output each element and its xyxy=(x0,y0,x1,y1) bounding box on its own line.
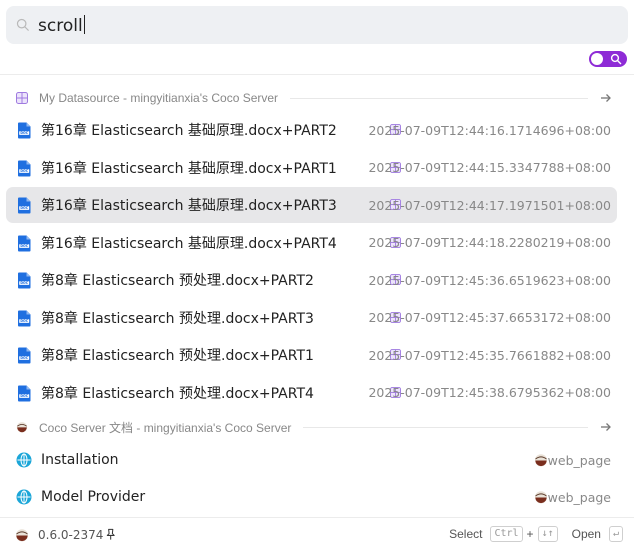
datasource-grid-icon xyxy=(16,92,28,104)
result-item[interactable]: DOC 第8章 Elasticsearch 预处理.docx+PART1 2025-… xyxy=(6,337,617,373)
group-title: Coco Server 文档 - mingyitianxia's Coco Se… xyxy=(39,420,292,435)
result-item[interactable]: DOC 第16章 Elasticsearch 基础原理.docx+PART1 202… xyxy=(6,150,617,186)
doc-file-icon: DOC xyxy=(18,310,31,326)
coco-logo-icon xyxy=(534,454,548,467)
result-title: 第16章 Elasticsearch 基础原理.docx+PART1 xyxy=(41,160,337,177)
doc-file-icon: DOC xyxy=(18,385,31,401)
result-item[interactable]: DOC 第8章 Elasticsearch 预处理.docx+PART2 2025-… xyxy=(6,262,617,298)
result-timestamp: 2025-07-09T12:44:15.3347788+08:00 xyxy=(368,160,611,175)
search-input[interactable]: scroll xyxy=(38,14,85,36)
arrow-right-icon[interactable] xyxy=(600,421,612,433)
coco-logo-icon xyxy=(534,491,548,504)
divider xyxy=(303,426,588,428)
result-item[interactable]: DOC 第16章 Elasticsearch 基础原理.docx+PART2 202… xyxy=(6,112,617,148)
doc-file-icon: DOC xyxy=(18,347,31,364)
enter-key-badge: ↵ xyxy=(608,526,623,542)
search-icon xyxy=(610,53,622,65)
globe-icon xyxy=(16,489,32,505)
result-item[interactable]: Model Provider web_page xyxy=(6,479,617,515)
globe-icon xyxy=(16,452,32,468)
doc-file-icon: DOC xyxy=(18,272,31,289)
result-title: 第8章 Elasticsearch 预处理.docx+PART3 xyxy=(41,310,314,327)
svg-text:DOC: DOC xyxy=(20,356,28,360)
select-hint-label: Select xyxy=(449,527,483,541)
result-title: 第16章 Elasticsearch 基础原理.docx+PART4 xyxy=(41,235,337,252)
group-header-datasource: My Datasource - mingyitianxia's Coco Ser… xyxy=(16,86,612,110)
result-title: 第8章 Elasticsearch 预处理.docx+PART4 xyxy=(41,385,314,402)
result-timestamp: 2025-07-09T12:45:35.7661882+08:00 xyxy=(368,347,611,363)
pin-icon[interactable] xyxy=(104,528,117,541)
result-type: web_page xyxy=(547,452,611,468)
arrow-right-icon[interactable] xyxy=(600,92,612,104)
svg-text:DOC: DOC xyxy=(20,319,28,323)
svg-text:DOC: DOC xyxy=(20,244,28,248)
divider xyxy=(290,97,588,99)
ctrl-key-badge: Ctrl xyxy=(490,526,523,542)
group-header-coco-docs: Coco Server 文档 - mingyitianxia's Coco Se… xyxy=(16,415,612,439)
result-title: 第8章 Elasticsearch 预处理.docx+PART2 xyxy=(41,273,314,289)
result-item[interactable]: DOC 第16章 Elasticsearch 基础原理.docx+PART4 202… xyxy=(6,225,617,261)
result-item[interactable]: DOC 第8章 Elasticsearch 预处理.docx+PART4 2025-… xyxy=(6,375,617,411)
plus-sign: + xyxy=(526,527,534,541)
result-type: web_page xyxy=(547,489,611,505)
open-hint-label: Open xyxy=(571,527,601,541)
result-title: 第16章 Elasticsearch 基础原理.docx+PART3 xyxy=(41,198,337,214)
result-title: Installation xyxy=(41,452,119,468)
svg-text:DOC: DOC xyxy=(20,394,28,398)
result-timestamp: 2025-07-09T12:44:18.2280219+08:00 xyxy=(368,235,611,250)
search-bar[interactable]: scroll xyxy=(6,6,628,44)
result-item[interactable]: DOC 第16章 Elasticsearch 基础原理.docx+PART3 202… xyxy=(6,187,617,223)
search-icon xyxy=(16,18,29,31)
result-timestamp: 2025-07-09T12:45:36.6519623+08:00 xyxy=(368,272,611,288)
result-title: 第16章 Elasticsearch 基础原理.docx+PART2 xyxy=(41,123,337,139)
result-title: 第8章 Elasticsearch 预处理.docx+PART1 xyxy=(41,348,314,364)
result-title: Model Provider xyxy=(41,489,146,505)
coco-logo-icon xyxy=(16,422,28,433)
search-mode-toggle[interactable] xyxy=(589,51,627,67)
doc-file-icon: DOC xyxy=(18,122,31,139)
text-caret xyxy=(83,14,85,34)
result-item[interactable]: Installation web_page xyxy=(6,442,617,478)
coco-logo-icon xyxy=(15,529,29,542)
doc-file-icon: DOC xyxy=(18,197,31,214)
result-item[interactable]: DOC 第8章 Elasticsearch 预处理.docx+PART3 2025-… xyxy=(6,300,617,336)
toggle-knob xyxy=(591,53,603,65)
result-timestamp: 2025-07-09T12:45:38.6795362+08:00 xyxy=(368,385,611,400)
svg-text:DOC: DOC xyxy=(20,131,28,135)
group-title: My Datasource - mingyitianxia's Coco Ser… xyxy=(39,91,279,105)
result-timestamp: 2025-07-09T12:45:37.6653172+08:00 xyxy=(368,310,611,325)
doc-file-icon: DOC xyxy=(18,235,31,251)
result-timestamp: 2025-07-09T12:44:17.1971501+08:00 xyxy=(368,197,611,213)
result-timestamp: 2025-07-09T12:44:16.1714696+08:00 xyxy=(368,122,611,138)
svg-text:DOC: DOC xyxy=(20,169,28,173)
keyboard-hints: Select Ctrl + ↓↑ Open ↵ xyxy=(449,526,623,542)
svg-text:DOC: DOC xyxy=(20,281,28,285)
doc-file-icon: DOC xyxy=(18,160,31,176)
svg-text:DOC: DOC xyxy=(20,206,28,210)
footer-bar: 0.6.0-2374 Select Ctrl + ↓↑ Open ↵ xyxy=(0,517,634,551)
divider xyxy=(0,74,634,75)
version-label: 0.6.0-2374 xyxy=(38,528,104,542)
arrow-keys-badge: ↓↑ xyxy=(537,526,558,542)
